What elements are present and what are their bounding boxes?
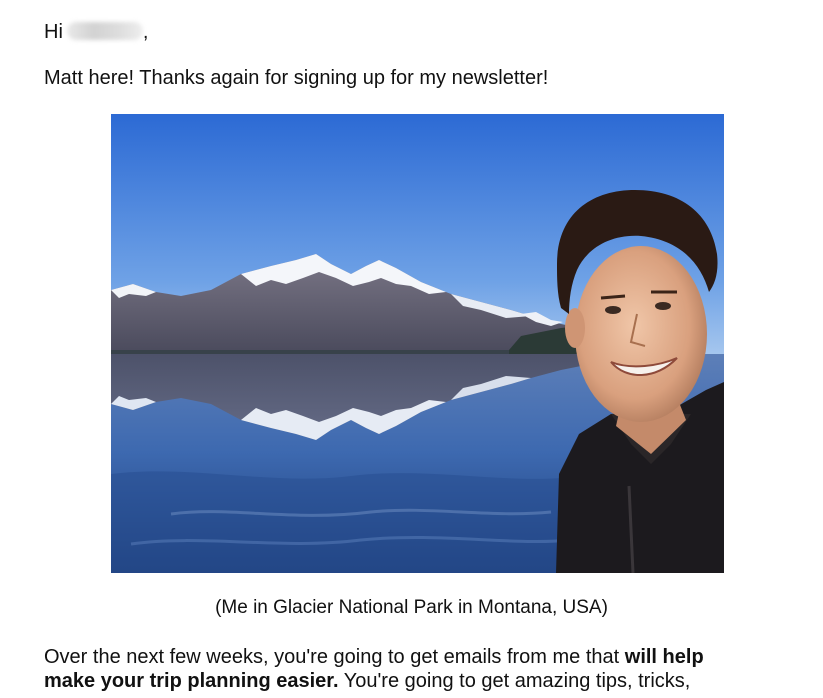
glacier-park-photo	[111, 114, 724, 573]
greeting-prefix: Hi	[44, 21, 63, 43]
greeting-line: Hi,	[44, 20, 148, 44]
body-paragraph: Over the next few weeks, you're going to…	[44, 645, 804, 693]
intro-text: Matt here! Thanks again for signing up f…	[44, 67, 549, 89]
paragraph-line2-text: You're going to get amazing tips, tricks…	[338, 670, 691, 692]
paragraph-line1-text: Over the next few weeks, you're going to…	[44, 646, 625, 668]
photo-caption: (Me in Glacier National Park in Montana,…	[215, 597, 608, 618]
paragraph-line1-bold: will help	[624, 646, 704, 668]
paragraph-line2-bold: make your trip planning easier.	[44, 670, 339, 692]
redacted-recipient-name	[66, 22, 143, 40]
greeting-comma: ,	[142, 21, 149, 43]
